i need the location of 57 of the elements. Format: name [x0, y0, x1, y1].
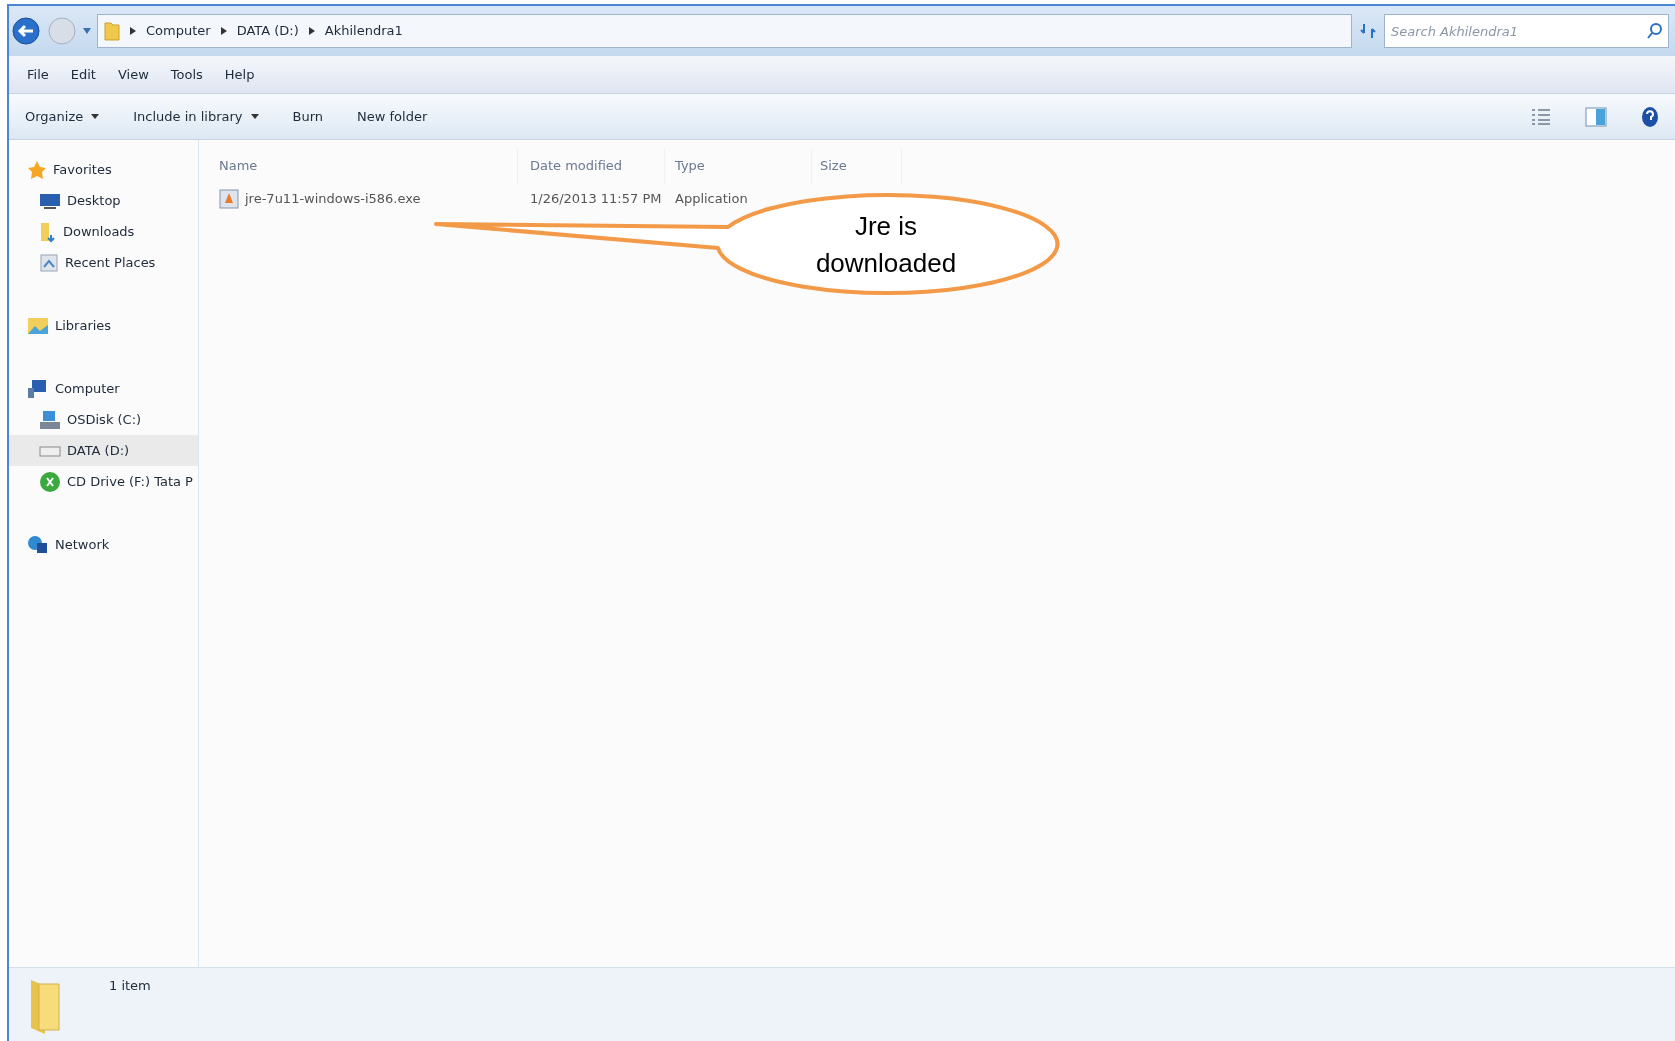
monitor-icon [39, 191, 61, 210]
menu-item[interactable]: Help [224, 64, 255, 85]
toolbar-button[interactable]: Include in library [133, 104, 259, 129]
back-button[interactable] [11, 16, 41, 46]
view-list-icon[interactable] [1531, 107, 1551, 126]
file-name[interactable]: jre-7u11-windows-i586.exe [245, 189, 421, 209]
application-icon [219, 189, 239, 209]
preview-pane-icon[interactable] [1585, 106, 1607, 127]
menu-item[interactable]: View [117, 64, 149, 85]
chevron-icon[interactable] [130, 27, 136, 35]
breadcrumb-item[interactable]: Akhilendra1 [324, 21, 403, 41]
sidebar-item[interactable]: Downloads [9, 216, 198, 247]
callout-text: Jre is downloaded [815, 211, 957, 278]
toolbar-button[interactable]: Organize [25, 104, 100, 129]
star-icon [27, 159, 47, 180]
address-bar[interactable]: Computer DATA (D:) Akhilendra1 [97, 14, 1352, 48]
chevron-icon[interactable] [308, 27, 315, 35]
menu-item[interactable]: File [27, 64, 49, 85]
status-text: 1 item [109, 977, 151, 995]
column-header[interactable]: Date modified [518, 148, 665, 184]
drive-icon [39, 409, 61, 430]
history-dropdown-icon[interactable] [83, 28, 91, 34]
sidebar-item[interactable]: CD Drive (F:) Tata P [9, 466, 198, 497]
libraries-icon [27, 315, 49, 336]
recent-places-icon [39, 252, 59, 273]
toolbar-button[interactable]: New folder [357, 104, 428, 129]
sidebar-item[interactable]: Computer [9, 373, 198, 404]
toolbar-button[interactable]: Burn [292, 104, 324, 129]
search-field[interactable]: Search Akhilendra1 [1384, 14, 1669, 48]
caret-icon [250, 114, 259, 119]
menu-item[interactable]: Tools [170, 64, 203, 85]
column-header[interactable]: Name [199, 148, 518, 184]
refresh-icon[interactable] [1358, 21, 1378, 41]
folder-icon [104, 21, 120, 41]
sidebar-item[interactable]: Desktop [9, 185, 198, 216]
sidebar-item[interactable]: Network [9, 529, 198, 560]
help-icon[interactable] [1641, 105, 1659, 128]
file-type: Application [674, 190, 749, 209]
network-icon [27, 534, 49, 555]
caret-icon [91, 114, 100, 119]
sidebar-item[interactable]: Recent Places [9, 247, 198, 278]
drive-icon [39, 444, 61, 457]
sidebar-item[interactable]: Libraries [9, 310, 198, 341]
column-header[interactable]: Type [665, 148, 812, 184]
column-header[interactable]: Size [812, 148, 902, 184]
date-modified: 1/26/2013 11:57 PM [529, 190, 663, 209]
sidebar-item[interactable]: Favorites [9, 154, 198, 185]
chevron-icon[interactable] [220, 27, 227, 35]
sidebar-item[interactable]: DATA (D:) [9, 435, 198, 466]
menu-item[interactable]: Edit [70, 64, 96, 85]
sidebar-item[interactable]: OSDisk (C:) [9, 404, 198, 435]
search-icon [1647, 23, 1663, 39]
cd-drive-icon [39, 470, 61, 493]
computer-icon [27, 378, 49, 399]
breadcrumb-item[interactable]: DATA (D:) [236, 21, 299, 41]
folder-icon [39, 220, 57, 243]
breadcrumb-item[interactable]: Computer [146, 21, 211, 41]
